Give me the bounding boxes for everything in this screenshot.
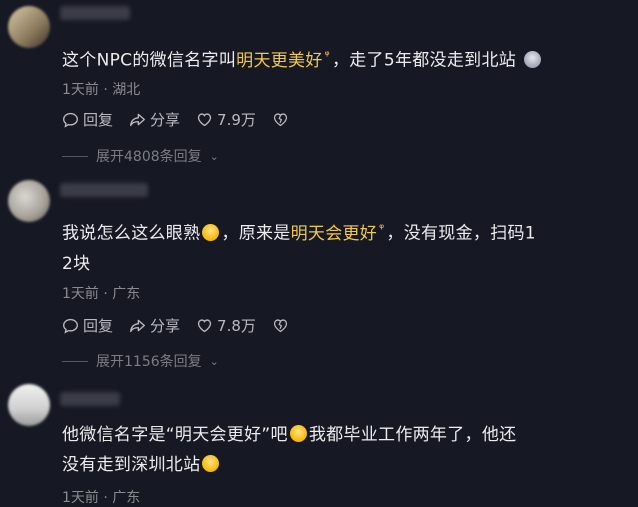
laughing-emoji — [202, 455, 220, 472]
comment-text: 我说怎么这么眼熟 ，原来是明天会更好 ᵠ ，没有现金，扫码1 2块 — [62, 221, 536, 274]
chevron-down-icon: ⌄ — [209, 354, 219, 368]
reply-icon — [63, 318, 78, 334]
chevron-down-icon: ⌄ — [209, 149, 219, 163]
heart-icon — [197, 319, 212, 333]
username-blurred[interactable] — [60, 183, 148, 197]
reply-icon — [63, 112, 78, 128]
share-button[interactable]: 分享 — [129, 109, 180, 130]
like-button[interactable]: 7.8万 — [196, 315, 256, 336]
username-blurred[interactable] — [60, 6, 130, 20]
action-bar: 回复 分享 7.8万 — [62, 315, 289, 336]
comment-text: 他微信名字是“明天会更好”吧 我都毕业工作两年了，他还 没有走到深圳北站 — [62, 425, 517, 475]
heart-icon — [197, 113, 212, 127]
reply-button[interactable]: 回复 — [62, 109, 113, 130]
avatar[interactable] — [8, 6, 50, 48]
avatar[interactable] — [8, 384, 50, 426]
reply-button[interactable]: 回复 — [62, 315, 113, 336]
share-icon — [130, 113, 145, 127]
broken-heart-icon — [273, 113, 287, 127]
time-location: 1天前 · 广东 — [62, 286, 141, 302]
laughing-emoji — [202, 223, 220, 241]
divider — [62, 360, 88, 362]
dislike-button[interactable] — [272, 317, 289, 334]
share-button[interactable]: 分享 — [129, 315, 180, 336]
like-button[interactable]: 7.9万 — [196, 109, 256, 130]
sad-face-emoji — [523, 50, 541, 68]
highlight-link[interactable]: 明天会更好 ᵠ — [291, 221, 387, 244]
username-blurred[interactable] — [60, 392, 120, 406]
search-icon: ᵠ — [379, 221, 385, 235]
share-icon — [130, 319, 145, 333]
comment-text: 这个NPC的微信名字叫明天更美好 ᵠ ，走了5年都没走到北站 — [62, 40, 618, 76]
highlight-link[interactable]: 明天更美好 ᵠ — [236, 48, 332, 71]
expand-replies-button[interactable]: 展开1156条回复 ⌄ — [62, 351, 219, 371]
divider — [62, 155, 88, 157]
time-location: 1天前 · 湖北 — [62, 82, 141, 98]
avatar[interactable] — [8, 180, 50, 222]
expand-replies-button[interactable]: 展开4808条回复 ⌄ — [62, 146, 219, 166]
broken-heart-icon — [273, 319, 287, 333]
laughing-emoji — [289, 425, 307, 442]
search-icon: ᵠ — [324, 48, 330, 62]
action-bar: 回复 分享 7.9万 — [62, 109, 289, 130]
dislike-button[interactable] — [272, 111, 289, 128]
time-location: 1天前 · 广东 — [62, 490, 141, 506]
